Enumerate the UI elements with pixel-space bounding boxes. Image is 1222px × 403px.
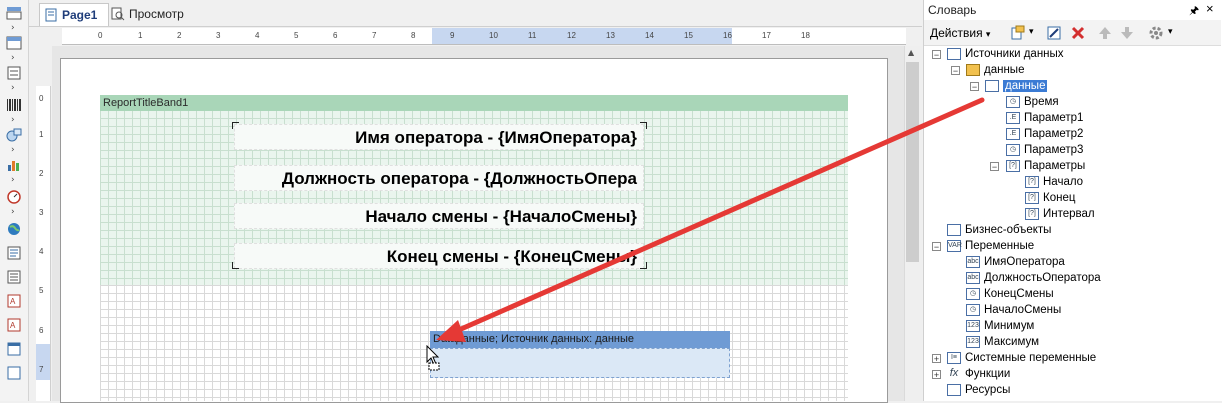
drag-arrow-annotation: [436, 97, 985, 342]
